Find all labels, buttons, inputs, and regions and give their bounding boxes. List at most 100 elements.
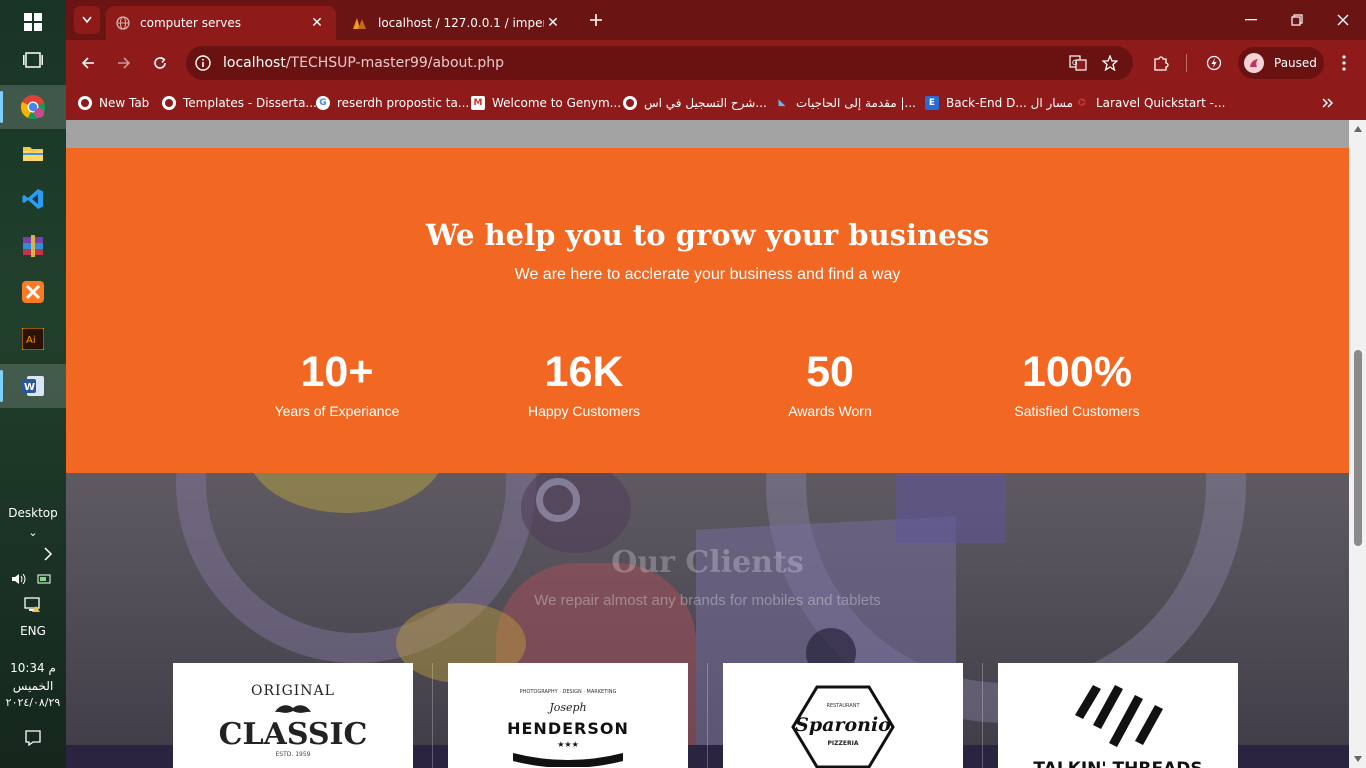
url-path: /TECHSUP-master99/about.php xyxy=(285,55,504,71)
bookmark-genymotion[interactable]: M Welcome to Genym... xyxy=(471,93,621,113)
logo-divider xyxy=(432,663,433,768)
performance-icon xyxy=(1206,55,1222,71)
tray-icons[interactable] xyxy=(0,568,66,590)
clients-heading: Our Clients xyxy=(611,545,804,580)
bookmark-laravel[interactable]: ⌬ Laravel Quickstart -... xyxy=(1075,93,1225,113)
client-logo-henderson[interactable]: PHOTOGRAPHY · DESIGN · MARKETING Joseph … xyxy=(448,663,688,768)
taskbar-illustrator[interactable]: Ai xyxy=(0,317,66,361)
restore-icon xyxy=(1291,14,1303,26)
bookmark-new-tab[interactable]: New Tab xyxy=(78,93,149,113)
close-tab-icon[interactable]: ✕ xyxy=(308,15,326,31)
reload-icon xyxy=(154,56,166,69)
clients-section: Our Clients We repair almost any brands … xyxy=(66,473,1349,768)
bookmark-label: New Tab xyxy=(99,96,150,110)
client-logo-sparonio[interactable]: RESTAURANT Sparonio PIZZERIA xyxy=(723,663,963,768)
logo-text-main: TALKIN' THREADS xyxy=(998,759,1238,768)
scroll-up-icon[interactable] xyxy=(1354,126,1362,132)
logo-text-script: Joseph xyxy=(549,701,587,714)
close-tab-icon[interactable]: ✕ xyxy=(544,15,562,31)
logo-text-top: PHOTOGRAPHY · DESIGN · MARKETING xyxy=(519,689,617,695)
globe-icon xyxy=(78,96,92,110)
taskbar-file-explorer[interactable] xyxy=(0,131,66,175)
bookmark-label: Welcome to Genym... xyxy=(492,96,622,110)
notification-icon xyxy=(25,730,41,747)
profile-status: Paused xyxy=(1274,56,1317,70)
profile-button[interactable]: Paused xyxy=(1238,47,1324,79)
stat-satisfied: 100% Satisfied Customers xyxy=(967,345,1187,419)
clock-date[interactable]: ٢٠٢٤/٠٨/٢٩ xyxy=(0,696,66,709)
globe-icon xyxy=(623,96,637,110)
stat-value: 10+ xyxy=(300,348,374,396)
desktop-label[interactable]: Desktop xyxy=(0,506,66,520)
avatar-icon xyxy=(1250,59,1258,67)
client-logo-talkin-threads[interactable]: TALKIN' THREADS xyxy=(998,663,1238,768)
bookmark-backend[interactable]: E Back-End D... مسار ال xyxy=(925,93,1073,113)
vscode-icon xyxy=(22,189,43,209)
taskbar-vscode[interactable] xyxy=(0,177,66,221)
avatar xyxy=(1244,53,1264,73)
chevron-right-icon xyxy=(44,547,53,561)
restore-button[interactable] xyxy=(1274,0,1320,40)
stat-label: Satisfied Customers xyxy=(1014,403,1140,419)
network-icon[interactable] xyxy=(0,594,66,616)
clients-subheading: We repair almost any brands for mobiles … xyxy=(534,592,881,609)
taskbar-word[interactable]: W xyxy=(0,364,66,408)
background-illustration xyxy=(896,473,1006,543)
url-text[interactable]: localhost/TECHSUP-master99/about.php xyxy=(223,55,504,71)
bookmark-arabic-2[interactable]: ◣ مقدمة إلى الحاجيات |... xyxy=(775,93,916,113)
bookmark-label: Back-End D... مسار ال xyxy=(946,96,1074,110)
chevron-down-icon xyxy=(82,16,92,24)
menu-button[interactable] xyxy=(1329,48,1359,78)
site-info-icon[interactable] xyxy=(195,55,211,71)
kebab-menu-icon xyxy=(1342,55,1346,71)
tab-search-button[interactable] xyxy=(74,6,100,34)
url-host: localhost xyxy=(223,55,286,71)
minimize-button[interactable] xyxy=(1228,0,1274,40)
svg-text:Ai: Ai xyxy=(26,335,36,346)
language-indicator[interactable]: ENG xyxy=(0,624,66,638)
notifications-button[interactable] xyxy=(0,716,66,760)
task-view-button[interactable] xyxy=(0,38,66,82)
reload-button[interactable] xyxy=(145,48,175,78)
translate-icon[interactable]: G xyxy=(1069,55,1087,71)
logo-text-top: RESTAURANT xyxy=(826,703,860,709)
scrollbar-thumb[interactable] xyxy=(1354,350,1362,546)
svg-text:G: G xyxy=(1072,59,1077,67)
extensions-button[interactable] xyxy=(1146,48,1176,78)
bookmark-label: reserdh propostic ta... xyxy=(337,96,470,110)
tab-localhost-phpmyadmin[interactable]: localhost / 127.0.0.1 / imperial_ ✕ xyxy=(342,6,572,40)
bookmark-reserdh[interactable]: G reserdh propostic ta... xyxy=(316,93,469,113)
bookmark-arabic-1[interactable]: شرح التسجيل في اس... xyxy=(623,93,767,113)
taskbar-chrome[interactable] xyxy=(0,85,66,129)
taskbar-winrar[interactable] xyxy=(0,224,66,268)
clock-time[interactable]: 10:34 م xyxy=(0,661,66,675)
windows-taskbar: Ai W Desktop ⌄ ENG 10:34 م الخميس ٢٠٢٤/٠… xyxy=(0,0,66,768)
globe-icon xyxy=(162,96,176,110)
new-tab-button[interactable] xyxy=(578,0,614,40)
clock-day[interactable]: الخميس xyxy=(0,679,66,693)
svg-text:W: W xyxy=(24,382,35,393)
address-bar[interactable]: localhost/TECHSUP-master99/about.php G xyxy=(186,46,1133,80)
logo-text-main: CLASSIC xyxy=(218,717,368,752)
more-bookmarks-button[interactable] xyxy=(1322,93,1334,113)
illustrator-icon: Ai xyxy=(22,328,44,350)
page-scrollbar[interactable] xyxy=(1349,120,1366,768)
performance-button[interactable] xyxy=(1199,48,1229,78)
stat-label: Years of Experiance xyxy=(274,403,400,419)
tab-strip: computer serves ✕ localhost / 127.0.0.1 … xyxy=(66,0,1366,40)
forward-button[interactable] xyxy=(109,48,139,78)
back-button[interactable] xyxy=(73,48,103,78)
stat-label: Happy Customers xyxy=(527,403,641,419)
bookmark-templates[interactable]: Templates - Disserta... xyxy=(162,93,317,113)
bookmark-label: Laravel Quickstart -... xyxy=(1096,96,1226,110)
logo-text-bottom: PIZZERIA xyxy=(827,740,859,747)
stat-years: 10+ Years of Experiance xyxy=(227,345,447,419)
taskbar-xampp[interactable] xyxy=(0,270,66,314)
bookmark-star-icon[interactable] xyxy=(1102,55,1118,71)
e-icon: E xyxy=(925,96,939,110)
close-window-button[interactable] xyxy=(1320,0,1366,40)
gmail-icon: M xyxy=(471,96,485,110)
scroll-down-icon[interactable] xyxy=(1354,756,1362,762)
tab-computer-serves[interactable]: computer serves ✕ xyxy=(106,6,336,40)
client-logo-classic[interactable]: ORIGINAL CLASSIC ESTD. 1959 xyxy=(173,663,413,768)
